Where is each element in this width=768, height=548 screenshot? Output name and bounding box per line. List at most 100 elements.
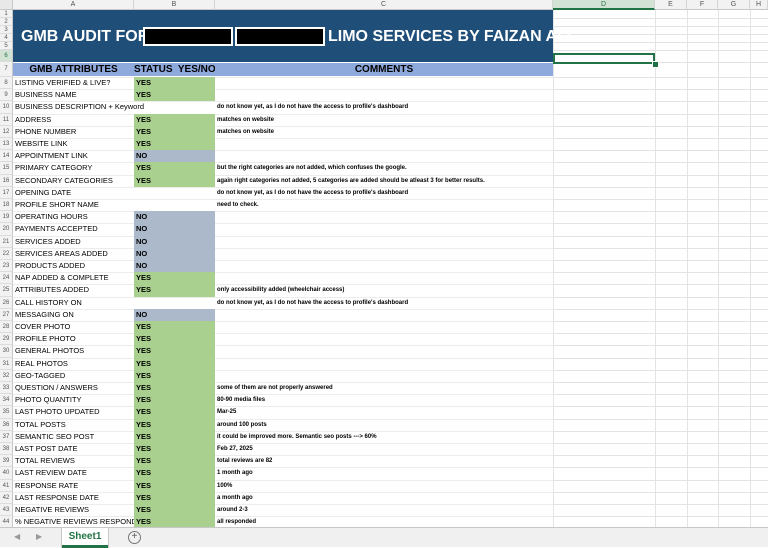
row-header-13[interactable]: 13 — [0, 138, 13, 151]
comment-cell[interactable]: around 100 posts — [215, 419, 553, 431]
status-cell[interactable]: YES — [134, 125, 215, 138]
column-header-g[interactable]: G — [718, 0, 750, 10]
row-header-25[interactable]: 25 — [0, 284, 13, 297]
status-cell[interactable]: YES — [134, 443, 215, 456]
header-status[interactable]: STATUS YES/NO — [134, 63, 216, 76]
attribute-cell[interactable]: PROFILE PHOTO — [13, 333, 134, 345]
row-header-19[interactable]: 19 — [0, 211, 13, 224]
row-header-16[interactable]: 16 — [0, 174, 13, 187]
column-header-a[interactable]: A — [13, 0, 134, 10]
status-cell[interactable]: NO — [134, 150, 215, 163]
attribute-cell[interactable]: ATTRIBUTES ADDED — [13, 284, 134, 296]
comment-cell[interactable]: matches on website — [215, 126, 553, 138]
row-header-21[interactable]: 21 — [0, 235, 13, 248]
row-header-8[interactable]: 8 — [0, 77, 13, 90]
status-cell[interactable]: NO — [134, 211, 215, 224]
status-cell[interactable]: NO — [134, 308, 215, 321]
comment-cell[interactable]: again right categories not added, 5 cate… — [215, 175, 553, 187]
fill-handle[interactable] — [652, 61, 659, 68]
attribute-cell[interactable]: PHONE NUMBER — [13, 126, 134, 138]
row-header-29[interactable]: 29 — [0, 333, 13, 346]
comment-cell[interactable]: a month ago — [215, 492, 553, 504]
row-header-6[interactable]: 6 — [0, 50, 13, 62]
row-header-37[interactable]: 37 — [0, 430, 13, 443]
row-header-12[interactable]: 12 — [0, 125, 13, 138]
attribute-cell[interactable]: LAST POST DATE — [13, 443, 134, 455]
row-header-41[interactable]: 41 — [0, 479, 13, 492]
comment-cell[interactable] — [215, 150, 553, 162]
row-header-5[interactable]: 5 — [0, 42, 13, 50]
comment-cell[interactable] — [215, 333, 553, 345]
comment-cell[interactable]: 100% — [215, 480, 553, 492]
row-header-34[interactable]: 34 — [0, 394, 13, 407]
comment-cell[interactable]: do not know yet, as I do not have the ac… — [215, 101, 553, 113]
status-cell[interactable]: NO — [134, 260, 215, 273]
comment-cell[interactable] — [215, 77, 553, 89]
row-header-14[interactable]: 14 — [0, 150, 13, 163]
row-header-40[interactable]: 40 — [0, 467, 13, 480]
attribute-cell[interactable]: MESSAGING ON — [13, 309, 134, 321]
comment-cell[interactable]: 1 month ago — [215, 467, 553, 479]
comment-cell[interactable]: 80-90 media files — [215, 394, 553, 406]
comment-cell[interactable] — [215, 260, 553, 272]
attribute-cell[interactable]: SERVICES AREAS ADDED — [13, 248, 134, 260]
status-cell[interactable]: YES — [134, 455, 215, 468]
comment-cell[interactable]: total reviews are 82 — [215, 455, 553, 467]
row-header-2[interactable]: 2 — [0, 18, 13, 26]
row-header-36[interactable]: 36 — [0, 418, 13, 431]
row-header-22[interactable]: 22 — [0, 247, 13, 260]
attribute-cell[interactable]: GENERAL PHOTOS — [13, 345, 134, 357]
attribute-cell[interactable]: LAST REVIEW DATE — [13, 467, 134, 479]
status-cell[interactable]: YES — [134, 430, 215, 443]
attribute-cell[interactable]: PRODUCTS ADDED — [13, 260, 134, 272]
row-header-1[interactable]: 1 — [0, 10, 13, 18]
row-header-39[interactable]: 39 — [0, 455, 13, 468]
attribute-cell[interactable]: PRIMARY CATEGORY — [13, 162, 134, 174]
status-cell[interactable]: YES — [134, 467, 215, 480]
spreadsheet-grid[interactable]: ABCDEFGH 1 2 3 4 5 6 7 8 9 10 11 12 13 14 15 16 17 18 19 20… — [0, 0, 768, 530]
row-header-15[interactable]: 15 — [0, 162, 13, 175]
row-header-7[interactable]: 7 — [0, 62, 13, 77]
row-header-43[interactable]: 43 — [0, 504, 13, 517]
attribute-cell[interactable]: SERVICES ADDED — [13, 236, 134, 248]
attribute-cell[interactable]: COVER PHOTO — [13, 321, 134, 333]
comment-cell[interactable] — [215, 370, 553, 382]
status-cell[interactable]: YES — [134, 321, 215, 334]
attribute-cell[interactable]: TOTAL POSTS — [13, 419, 134, 431]
status-cell[interactable] — [134, 101, 215, 113]
comment-cell[interactable] — [215, 223, 553, 235]
comment-cell[interactable] — [215, 309, 553, 321]
status-cell[interactable]: YES — [134, 333, 215, 346]
attribute-cell[interactable]: ADDRESS — [13, 114, 134, 126]
status-cell[interactable]: NO — [134, 235, 215, 248]
status-cell[interactable]: YES — [134, 491, 215, 504]
attribute-cell[interactable]: OPERATING HOURS — [13, 211, 134, 223]
row-header-9[interactable]: 9 — [0, 89, 13, 102]
status-cell[interactable]: YES — [134, 138, 215, 151]
header-comments[interactable]: COMMENTS — [215, 63, 553, 76]
attribute-cell[interactable]: REAL PHOTOS — [13, 358, 134, 370]
chevron-right-icon[interactable]: ▶ — [36, 532, 42, 541]
attribute-cell[interactable]: APPOINTMENT LINK — [13, 150, 134, 162]
comment-cell[interactable]: matches on website — [215, 114, 553, 126]
comment-cell[interactable]: some of them are not properly answered — [215, 382, 553, 394]
status-cell[interactable]: YES — [134, 394, 215, 407]
row-header-42[interactable]: 42 — [0, 491, 13, 504]
status-cell[interactable]: NO — [134, 247, 215, 260]
comment-cell[interactable] — [215, 138, 553, 150]
status-cell[interactable]: YES — [134, 345, 215, 358]
comment-cell[interactable]: only accessibility added (wheelchair acc… — [215, 284, 553, 296]
row-header-32[interactable]: 32 — [0, 369, 13, 382]
status-cell[interactable]: YES — [134, 77, 215, 90]
row-header-10[interactable]: 10 — [0, 101, 13, 114]
status-cell[interactable]: YES — [134, 504, 215, 517]
row-header-31[interactable]: 31 — [0, 357, 13, 370]
row-header-28[interactable]: 28 — [0, 321, 13, 334]
row-header-38[interactable]: 38 — [0, 443, 13, 456]
active-cell-d6[interactable] — [553, 53, 655, 64]
status-cell[interactable] — [134, 297, 215, 309]
comment-cell[interactable]: Feb 27, 2025 — [215, 443, 553, 455]
attribute-cell[interactable]: LISTING VERIFIED & LIVE? — [13, 77, 134, 89]
status-cell[interactable]: YES — [134, 89, 215, 102]
status-cell[interactable]: YES — [134, 357, 215, 370]
